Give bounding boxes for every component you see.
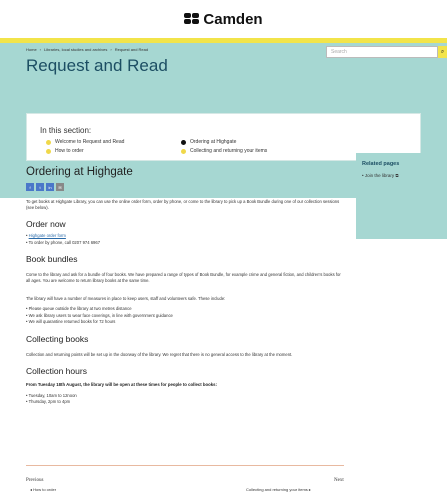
accent-strip bbox=[0, 38, 447, 43]
external-link-icon: ⧉ bbox=[395, 173, 399, 178]
camden-logo-icon bbox=[184, 13, 200, 25]
related-pages-title: Related pages bbox=[362, 161, 400, 167]
chevron-right-icon: ▸ bbox=[307, 487, 311, 492]
book-bundles-text: Come to the library and ask for a bundle… bbox=[26, 272, 341, 283]
twitter-share-icon[interactable]: t bbox=[36, 183, 44, 191]
order-now-list: Highgate order form To order by phone, c… bbox=[26, 233, 341, 246]
brand-name: Camden bbox=[203, 10, 263, 28]
linkedin-share-icon[interactable]: in bbox=[46, 183, 54, 191]
section-link-how-to-order[interactable]: How to order bbox=[46, 148, 84, 154]
section-link-ordering-highgate[interactable]: Ordering at Highgate bbox=[181, 139, 236, 145]
book-bundles-heading: Book bundles bbox=[26, 254, 78, 264]
measures-text: The library will have a number of measur… bbox=[26, 296, 226, 301]
previous-label: Previous bbox=[26, 478, 44, 483]
search-button[interactable]: ⌕ bbox=[438, 46, 447, 58]
article: Ordering at Highgate f t in ✉ To get boo… bbox=[26, 162, 341, 406]
previous-page-link[interactable]: ◂ How to order bbox=[30, 487, 56, 492]
facebook-share-icon[interactable]: f bbox=[26, 183, 34, 191]
list-item: To order by phone, call 0207 974 6967 bbox=[26, 240, 341, 247]
bullet-icon bbox=[46, 148, 51, 154]
list-item: Thursday, 2pm to 4pm bbox=[26, 399, 341, 406]
site-header: Camden bbox=[0, 0, 447, 38]
collecting-text: Collection and returning points will be … bbox=[26, 351, 293, 357]
breadcrumb-current: Request and Read bbox=[114, 47, 149, 52]
collection-hours-intro: From Tuesday 18th August, the library wi… bbox=[26, 381, 218, 387]
bullet-icon bbox=[181, 148, 186, 154]
related-pages-panel: Related pages • Join the library ⧉ bbox=[356, 153, 447, 239]
in-this-section-heading: In this section: bbox=[40, 126, 92, 135]
highgate-order-form-link[interactable]: Highgate order form bbox=[29, 233, 66, 238]
next-label: Next bbox=[334, 478, 344, 483]
breadcrumb: Home › Libraries, local studies and archi… bbox=[26, 47, 149, 52]
order-now-heading: Order now bbox=[26, 219, 66, 229]
collecting-heading: Collecting books bbox=[26, 333, 89, 344]
breadcrumb-home[interactable]: Home bbox=[26, 47, 37, 52]
collection-hours-list: Tuesday, 10am to 12noon Thursday, 2pm to… bbox=[26, 393, 341, 406]
section-link-collecting[interactable]: Collecting and returning your items bbox=[181, 148, 267, 154]
pager-divider bbox=[26, 465, 344, 466]
intro-paragraph: To get books at Highgate Library, you ca… bbox=[26, 199, 340, 210]
current-bullet-icon bbox=[181, 139, 186, 145]
camden-logo[interactable]: Camden bbox=[184, 10, 263, 28]
email-share-icon[interactable]: ✉ bbox=[56, 183, 64, 191]
related-link-join[interactable]: • Join the library ⧉ bbox=[362, 173, 441, 178]
page-title: Request and Read bbox=[26, 56, 168, 75]
list-item: We will quarantine returned books for 72… bbox=[26, 319, 341, 326]
search-input[interactable]: Search bbox=[326, 46, 438, 58]
collection-hours-heading: Collection hours bbox=[26, 365, 87, 376]
next-page-link[interactable]: Collecting and returning your items ▸ bbox=[246, 487, 311, 492]
section-link-welcome[interactable]: Welcome to Request and Read bbox=[46, 139, 124, 145]
article-title: Ordering at Highgate bbox=[26, 166, 133, 178]
bullet-icon bbox=[46, 139, 51, 145]
measures-list: Please queue outside the library at two … bbox=[26, 306, 341, 326]
search-icon: ⌕ bbox=[440, 48, 445, 55]
breadcrumb-libraries[interactable]: Libraries, local studies and archives bbox=[44, 47, 107, 52]
share-buttons: f t in ✉ bbox=[26, 183, 341, 191]
